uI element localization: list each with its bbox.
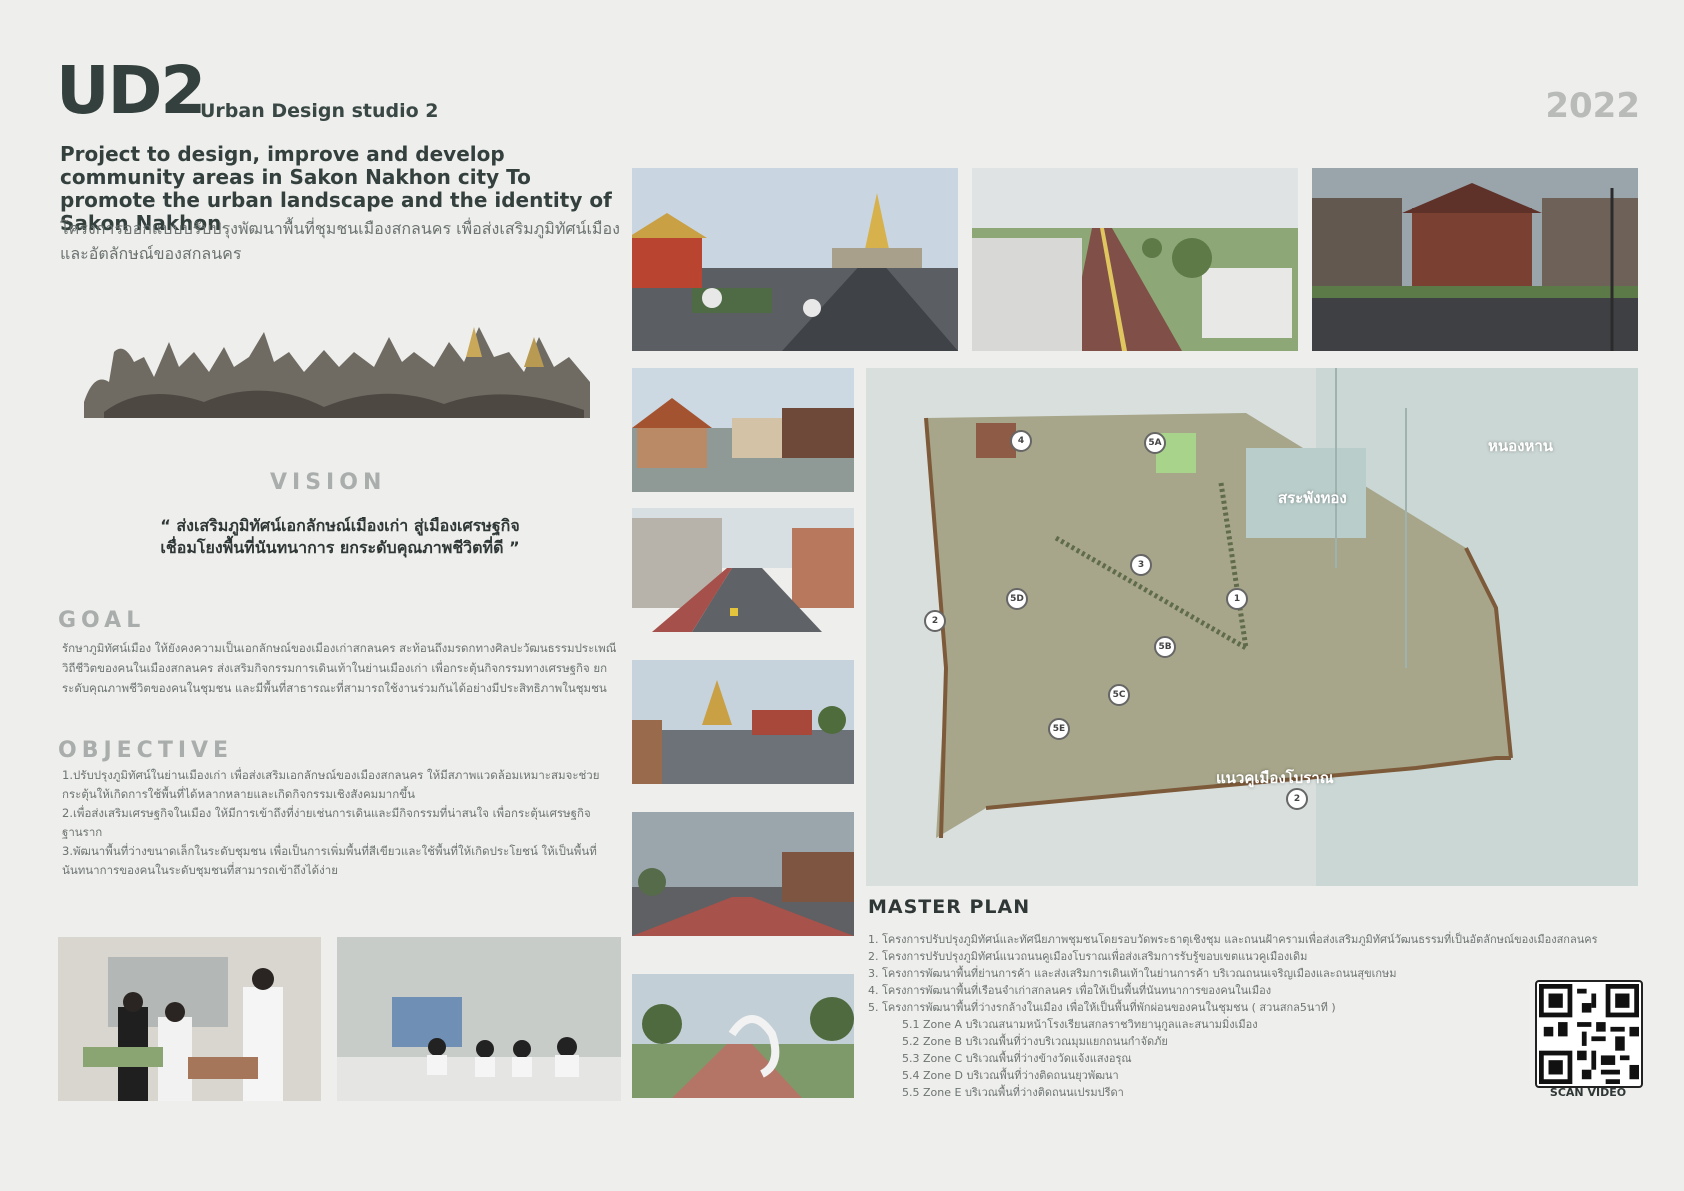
render-street-houses [632, 368, 854, 492]
render-plaza-temple [632, 660, 854, 784]
qr-caption: SCAN VIDEO [1549, 1086, 1627, 1099]
map-label-nong-han: หนองหาน [1488, 437, 1554, 455]
render-wooden-house [1312, 168, 1638, 351]
objective-item: 2.เพื่อส่งเสริมเศรษฐกิจในเมือง ให้มีการเ… [62, 806, 591, 839]
map-marker: 2 [924, 610, 946, 632]
render-naga-path [632, 974, 854, 1098]
vision-line-1: “ ส่งเสริมภูมิทัศน์เอกลักษณ์เมืองเก่า สู… [160, 516, 520, 535]
map-label-old-moat: แนวคูเมืองโบราณ [1216, 769, 1334, 787]
goal-heading: GOAL [58, 608, 146, 633]
goal-text: รักษาภูมิทัศน์เมือง ให้ยังคงความเป็นเอกล… [62, 641, 617, 695]
photo-team-model [58, 937, 321, 1101]
map-marker: 5C [1108, 684, 1130, 706]
vision-heading: VISION [270, 470, 387, 495]
qr-code[interactable] [1535, 980, 1643, 1088]
logo: UD2 [56, 52, 206, 129]
master-plan-heading: MASTER PLAN [868, 896, 1031, 918]
map-marker: 3 [1130, 554, 1152, 576]
map-label-sa-phang-thong: สระพังทอง [1278, 489, 1347, 507]
objective-list: 1.ปรับปรุงภูมิทัศน์ในย่านเมืองเก่า เพื่อ… [62, 766, 622, 880]
master-plan-item: 2. โครงการปรับปรุงภูมิทัศน์แนวถนนคูเมือง… [868, 950, 1308, 963]
render-shophouse-street [632, 508, 854, 632]
master-plan-map: หนองหาน สระพังทอง แนวคูเมืองโบราณ 4 5A 3… [866, 368, 1638, 886]
map-marker: 5D [1006, 588, 1028, 610]
render-boulevard [632, 812, 854, 936]
objective-heading: OBJECTIVE [58, 738, 234, 763]
objective-item: 3.พัฒนาพื้นที่ว่างขนาดเล็กในระดับชุมชน เ… [62, 844, 597, 877]
project-title-th: โครงการออกแบบปรับปรุงพัฒนาพื้นที่ชุมชนเม… [60, 219, 620, 263]
year: 2022 [1545, 86, 1640, 126]
map-marker: 5A [1144, 432, 1166, 454]
photo-presentation [337, 937, 621, 1101]
vision-statement: “ ส่งเสริมภูมิทัศน์เอกลักษณ์เมืองเก่า สู… [100, 515, 580, 559]
map-marker: 5E [1048, 718, 1070, 740]
map-marker: 1 [1226, 588, 1248, 610]
render-avenue-aerial [972, 168, 1298, 351]
render-temple-street [632, 168, 958, 351]
map-marker: 2 [1286, 788, 1308, 810]
vision-line-2: เชื่อมโยงพื้นที่นันทนาการ ยกระดับคุณภาพช… [160, 538, 520, 557]
objective-item: 1.ปรับปรุงภูมิทัศน์ในย่านเมืองเก่า เพื่อ… [62, 768, 600, 801]
studio-name: Urban Design studio 2 [200, 100, 439, 122]
map-marker: 5B [1154, 636, 1176, 658]
map-marker: 4 [1010, 430, 1032, 452]
heritage-collage [84, 322, 590, 418]
master-plan-item: 1. โครงการปรับปรุงภูมิทัศน์และทัศนียภาพช… [868, 933, 1598, 946]
